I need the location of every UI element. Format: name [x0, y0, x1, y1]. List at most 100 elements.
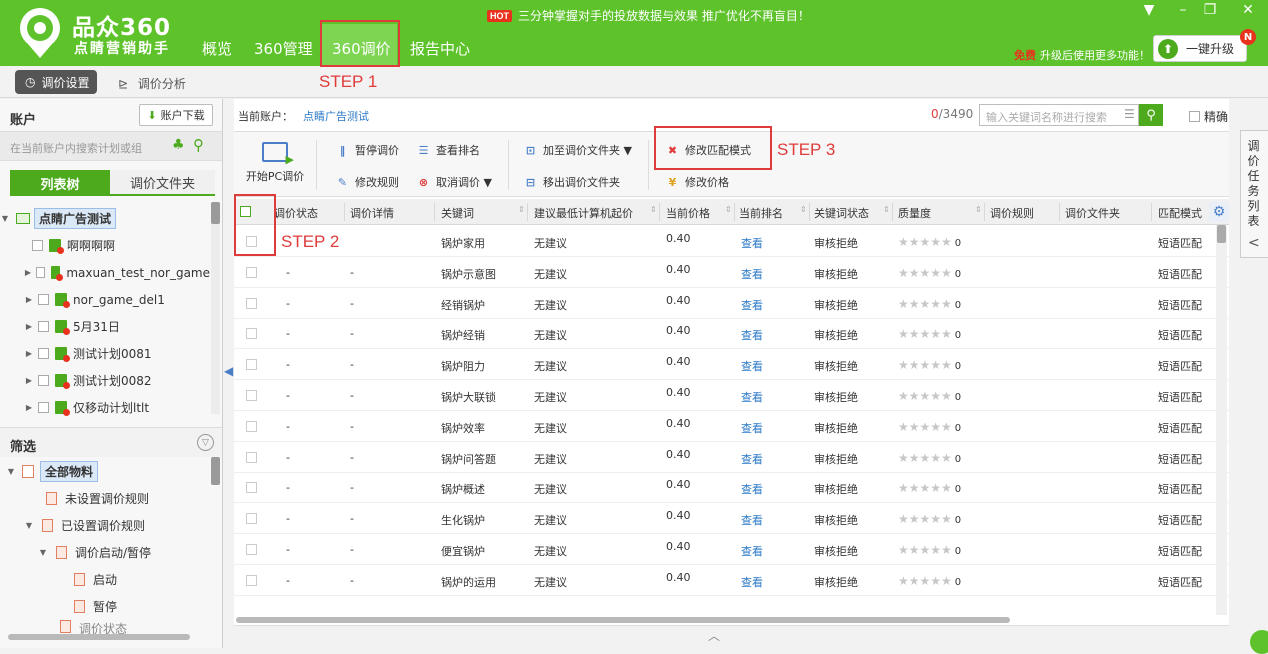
expand-icon[interactable]: ▼: [38, 548, 48, 557]
left-horizontal-scrollbar[interactable]: [8, 634, 190, 640]
add-to-folder-button[interactable]: ⊡ 加至调价文件夹 ▼: [524, 142, 632, 158]
filter-item[interactable]: 暂停: [0, 593, 210, 620]
cell-current-rank[interactable]: 查看: [741, 389, 763, 405]
cancel-bid-button[interactable]: ⊗ 取消调价 ▼: [417, 174, 492, 190]
pause-bid-button[interactable]: ‖ 暂停调价: [336, 142, 399, 158]
exact-match-toggle[interactable]: 精确: [1189, 108, 1228, 125]
cell-current-rank[interactable]: 查看: [741, 297, 763, 313]
bid-task-list-tab[interactable]: 调价任务列表 <: [1240, 130, 1268, 258]
plan-checkbox[interactable]: [38, 402, 49, 413]
expand-icon[interactable]: ▼: [0, 214, 10, 223]
cell-current-rank[interactable]: 查看: [741, 235, 763, 251]
table-row[interactable]: - - 锅炉概述 无建议 0.40 查看 审核拒绝 短语匹配 ★★★★★ 0: [234, 472, 1229, 504]
cell-current-rank[interactable]: 查看: [741, 451, 763, 467]
cell-current-rank[interactable]: 查看: [741, 512, 763, 528]
nav-overview[interactable]: 概览: [202, 38, 232, 59]
tree-plan-item[interactable]: 啊啊啊啊: [0, 232, 210, 259]
filter-root[interactable]: ▼ 全部物料: [0, 458, 210, 485]
sort-icon[interactable]: ⇕: [975, 205, 982, 214]
table-row[interactable]: - - 锅炉阻力 无建议 0.40 查看 审核拒绝 短语匹配 ★★★★★ 0: [234, 349, 1229, 381]
filter-scrollbar-thumb[interactable]: [211, 457, 220, 485]
row-checkbox[interactable]: [246, 359, 257, 371]
cell-current-rank[interactable]: 查看: [741, 327, 763, 343]
table-row[interactable]: - - 经销锅炉 无建议 0.40 查看 审核拒绝 短语匹配 ★★★★★ 0: [234, 288, 1229, 319]
table-vertical-scrollbar[interactable]: [1216, 225, 1227, 615]
cell-current-rank[interactable]: 查看: [741, 543, 763, 559]
account-search-input[interactable]: 在当前账户内搜索计划或组: [10, 140, 142, 156]
tab-bid-analysis[interactable]: ⊵ 调价分析: [118, 75, 186, 92]
expand-icon[interactable]: ▶: [24, 349, 34, 358]
table-row[interactable]: - - 锅炉经销 无建议 0.40 查看 审核拒绝 短语匹配 ★★★★★ 0: [234, 318, 1229, 350]
col-current-price[interactable]: 当前价格: [666, 205, 710, 221]
table-row[interactable]: 锅炉家用 无建议 0.40 查看 审核拒绝 短语匹配 ★★★★★ 0: [234, 226, 1229, 257]
plan-checkbox[interactable]: [38, 348, 49, 359]
plan-checkbox[interactable]: [35, 267, 45, 278]
tab-list-tree[interactable]: 列表树: [10, 170, 110, 196]
filter-item[interactable]: 未设置调价规则: [0, 485, 210, 512]
expand-icon[interactable]: ▶: [24, 322, 34, 331]
table-scrollbar-thumb[interactable]: [1217, 225, 1226, 243]
row-checkbox[interactable]: [246, 482, 257, 494]
table-row[interactable]: - - 锅炉的运用 无建议 0.40 查看 审核拒绝 短语匹配 ★★★★★ 0: [234, 565, 1229, 596]
table-row[interactable]: - - 生化锅炉 无建议 0.40 查看 审核拒绝 短语匹配 ★★★★★ 0: [234, 503, 1229, 535]
close-icon[interactable]: ✕: [1238, 2, 1258, 18]
modify-rule-button[interactable]: ✎ 修改规则: [336, 174, 399, 190]
menu-dropdown-icon[interactable]: ▼: [1139, 2, 1159, 18]
account-download-button[interactable]: ⬇ 账户下载: [139, 104, 213, 126]
expand-icon[interactable]: ▶: [24, 295, 34, 304]
search-button[interactable]: ⚲: [1139, 104, 1163, 126]
filter-item[interactable]: 调价状态: [0, 620, 210, 634]
row-checkbox[interactable]: [246, 390, 257, 401]
nav-report-center[interactable]: 报告中心: [410, 38, 470, 59]
modify-price-button[interactable]: ¥ 修改价格: [666, 174, 729, 190]
col-quality[interactable]: 质量度: [898, 205, 931, 221]
tree-plan-item[interactable]: ▶ nor_game_del1: [0, 286, 210, 313]
tree-plan-item[interactable]: ▶ 5月31日: [0, 313, 210, 340]
col-bid-detail[interactable]: 调价详情: [350, 205, 394, 221]
col-suggest-price[interactable]: 建议最低计算机起价: [534, 205, 633, 221]
keyword-search-input[interactable]: 输入关键词名称进行搜索: [979, 104, 1139, 126]
col-current-rank[interactable]: 当前排名: [739, 205, 783, 221]
gear-icon[interactable]: ⚙: [1209, 202, 1229, 222]
table-row[interactable]: - - 锅炉效率 无建议 0.40 查看 审核拒绝 短语匹配 ★★★★★ 0: [234, 411, 1229, 442]
account-search-bar[interactable]: 在当前账户内搜索计划或组 ♣ ⚲: [0, 131, 222, 161]
tree-scrollbar[interactable]: [211, 202, 220, 414]
minimize-icon[interactable]: –: [1173, 2, 1193, 18]
table-row[interactable]: - - 锅炉大联锁 无建议 0.40 查看 审核拒绝 短语匹配 ★★★★★ 0: [234, 380, 1229, 411]
tree-plan-item[interactable]: ▶ 仅移动计划ltlt: [0, 394, 210, 421]
plan-checkbox[interactable]: [32, 240, 43, 251]
start-pc-bid-button[interactable]: ▶ 开始PC调价: [240, 142, 310, 184]
expand-icon[interactable]: ▶: [24, 376, 34, 385]
search-icon[interactable]: ⚲: [193, 136, 204, 154]
cell-current-rank[interactable]: 查看: [741, 358, 763, 374]
tree-plan-item[interactable]: ▶ maxuan_test_nor_game: [0, 259, 210, 286]
row-checkbox[interactable]: [246, 297, 257, 309]
row-checkbox[interactable]: [246, 266, 257, 278]
sort-icon[interactable]: ⇕: [518, 205, 525, 214]
hot-promo[interactable]: HOT 三分钟掌握对手的投放数据与效果 推广优化不再盲目！: [487, 7, 810, 24]
row-checkbox[interactable]: [246, 328, 257, 340]
col-bid-status[interactable]: 调价状态: [274, 205, 318, 221]
tree-plan-item[interactable]: ▶ 测试计划0082: [0, 367, 210, 394]
sort-icon[interactable]: ⇕: [800, 205, 807, 214]
col-keyword[interactable]: 关键词: [441, 205, 474, 221]
filter-item[interactable]: ▼ 已设置调价规则: [0, 512, 210, 539]
cell-current-rank[interactable]: 查看: [741, 574, 763, 590]
tab-bid-folder[interactable]: 调价文件夹: [110, 170, 215, 196]
plan-checkbox[interactable]: [38, 321, 49, 332]
cell-current-rank[interactable]: 查看: [741, 481, 763, 497]
plan-checkbox[interactable]: [38, 375, 49, 386]
expand-icon[interactable]: ▼: [6, 467, 16, 476]
view-rank-button[interactable]: ☰ 查看排名: [417, 142, 480, 158]
tab-bid-settings[interactable]: ◷ 调价设置: [15, 70, 97, 94]
cell-current-rank[interactable]: 查看: [741, 420, 763, 436]
expand-icon[interactable]: ▶: [24, 268, 32, 277]
table-row[interactable]: - - 锅炉示意图 无建议 0.40 查看 审核拒绝 短语匹配 ★★★★★ 0: [234, 257, 1229, 288]
chevron-down-icon[interactable]: ▽: [197, 434, 214, 451]
nav-360-manage[interactable]: 360管理: [254, 38, 313, 59]
sort-icon[interactable]: ⇕: [725, 205, 732, 214]
table-row[interactable]: - - 便宜锅炉 无建议 0.40 查看 审核拒绝 短语匹配 ★★★★★ 0: [234, 534, 1229, 565]
collapse-left-icon[interactable]: ◀: [224, 364, 233, 378]
filter-item[interactable]: ▼ 调价启动/暂停: [0, 539, 210, 566]
tree-plan-item[interactable]: ▶ 测试计划0081: [0, 340, 210, 367]
